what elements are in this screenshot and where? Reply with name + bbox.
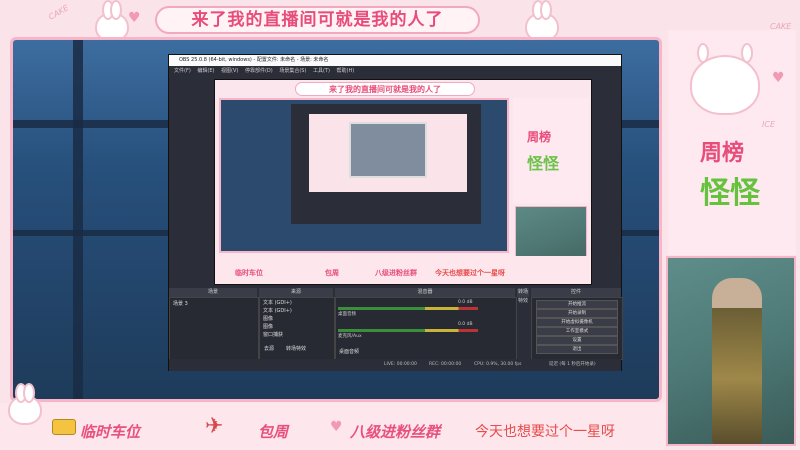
preview-bottom-item: 今天也想要过个一星呀 bbox=[435, 269, 505, 277]
source-item[interactable]: 图像 bbox=[263, 323, 273, 331]
delay-status: 延迟 (每 1 秒后开始录) bbox=[549, 362, 596, 367]
source-button[interactable]: 转场特效 bbox=[286, 345, 306, 353]
preview-title-banner: 来了我的直播间可就是我的人了 bbox=[295, 82, 475, 96]
menu-file[interactable]: 文件(F) bbox=[174, 66, 191, 76]
rec-status: REC: 00:00:00 bbox=[429, 362, 462, 367]
ticket-icon bbox=[52, 419, 76, 435]
week-ranking-label: 周榜 bbox=[700, 141, 745, 166]
scenes-dock: 场景 3 bbox=[169, 297, 259, 360]
menu-view[interactable]: 视图(V) bbox=[221, 66, 238, 76]
source-button[interactable]: 去源 bbox=[264, 345, 274, 353]
mixer-channel-name: 麦克风/Aux bbox=[338, 334, 362, 339]
obs-titlebar: OBS 25.0.8 (64-bit, windows) - 配置文件: 未命名… bbox=[169, 55, 621, 66]
photo-figure bbox=[712, 278, 762, 444]
source-item[interactable]: 窗口捕获 bbox=[263, 331, 283, 339]
obs-menubar: 文件(F) 编辑(E) 视图(V) 停靠部件(D) 场景集合(S) 工具(T) … bbox=[169, 66, 621, 76]
transitions-dock-title: 转场特效 bbox=[517, 288, 529, 304]
obs-statusbar: LIVE: 00:00:00 REC: 00:00:00 CPU: 0.9%, … bbox=[169, 359, 621, 371]
bunny-decoration-bottom-left bbox=[8, 383, 42, 425]
window-frame-decoration bbox=[73, 40, 83, 399]
bunny-decoration-right bbox=[690, 43, 760, 115]
preview-bottom-bar: 临时车位 包周 八级进粉丝群 今天也想要过个一星呀 bbox=[215, 256, 591, 284]
obs-docks: 场景 场景 3 来源 文本 (GDI+) 文本 (GDI+) 图像 图像 窗口捕… bbox=[169, 288, 623, 360]
live-status: LIVE: 00:00:00 bbox=[384, 362, 417, 367]
title-banner: 来了我的直播间可就是我的人了 bbox=[155, 6, 480, 34]
source-item[interactable]: 文本 (GDI+) bbox=[263, 299, 292, 307]
studio-mode-button[interactable]: 工作室模式 bbox=[536, 327, 618, 336]
settings-button[interactable]: 设置 bbox=[536, 336, 618, 345]
mixer-channel: 桌面音频 0.0 dB bbox=[338, 300, 488, 318]
menu-edit[interactable]: 编辑(E) bbox=[197, 66, 214, 76]
scenes-dock-title: 场景 bbox=[169, 288, 257, 297]
ice-text: ICE bbox=[762, 120, 775, 129]
heart-icon: ♥ bbox=[128, 10, 141, 26]
airplane-icon: ✈ bbox=[205, 414, 224, 439]
bottom-bar: 临时车位 ✈ 包周 ♥ 八级进粉丝群 今天也想要过个一星呀 bbox=[0, 383, 665, 450]
menu-scene-collection[interactable]: 场景集合(S) bbox=[279, 66, 306, 76]
preview-side-panel: 周榜 怪怪 bbox=[513, 98, 589, 203]
ranking-name: 怪怪 bbox=[700, 176, 760, 211]
mixer-channel: 麦克风/Aux 0.0 dB bbox=[338, 322, 488, 340]
streamer-photo bbox=[666, 256, 796, 446]
bottom-item-temp-parking: 临时车位 bbox=[80, 423, 141, 441]
menu-help[interactable]: 帮助(H) bbox=[337, 66, 355, 76]
volume-meter bbox=[338, 329, 478, 332]
start-recording-button[interactable]: 开始录制 bbox=[536, 309, 618, 318]
volume-meter bbox=[338, 307, 478, 310]
start-streaming-button[interactable]: 开始推流 bbox=[536, 300, 618, 309]
controls-dock: 开始推流 开始录制 开始虚拟摄像机 工作室模式 设置 退出 bbox=[531, 297, 623, 360]
menu-docks[interactable]: 停靠部件(D) bbox=[245, 66, 273, 76]
preview-nested-obs bbox=[291, 104, 481, 224]
heart-icon: ♥ bbox=[772, 70, 785, 86]
sources-dock: 文本 (GDI+) 文本 (GDI+) 图像 图像 窗口捕获 去源 转场特效 bbox=[259, 297, 335, 360]
sources-dock-title: 来源 bbox=[259, 288, 333, 297]
bottom-item-star-goal: 今天也想要过个一星呀 bbox=[475, 424, 615, 440]
bottom-item-weekly: 包周 bbox=[258, 423, 289, 441]
mixer-channel-level: 0.0 dB bbox=[458, 322, 473, 327]
obs-window: OBS 25.0.8 (64-bit, windows) - 配置文件: 未命名… bbox=[168, 54, 623, 371]
preview-bottom-item: 包周 bbox=[325, 269, 339, 277]
exit-button[interactable]: 退出 bbox=[536, 345, 618, 354]
scene-item[interactable]: 场景 3 bbox=[173, 300, 188, 308]
mixer-dock-title: 混音器 bbox=[335, 288, 515, 297]
mixer-footer: 桌面音频 bbox=[339, 349, 360, 355]
start-virtual-camera-button[interactable]: 开始虚拟摄像机 bbox=[536, 318, 618, 327]
mixer-channel-name: 桌面音频 bbox=[338, 312, 356, 317]
preview-bottom-item: 八级进粉丝群 bbox=[375, 269, 417, 277]
source-item[interactable]: 图像 bbox=[263, 315, 273, 323]
cpu-status: CPU: 0.9%, 30.00 fps bbox=[474, 362, 522, 367]
preview-name: 怪怪 bbox=[527, 154, 560, 173]
obs-preview[interactable]: 来了我的直播间可就是我的人了 周榜 怪怪 临时车位 包周 八级进粉丝群 今天也想… bbox=[214, 79, 592, 285]
menu-tools[interactable]: 工具(T) bbox=[313, 66, 330, 76]
preview-nested-preview bbox=[309, 114, 467, 192]
heart-icon: ♥ bbox=[330, 419, 343, 435]
preview-bottom-item: 临时车位 bbox=[235, 269, 263, 277]
source-item[interactable]: 文本 (GDI+) bbox=[263, 307, 292, 315]
mixer-dock: 桌面音频 0.0 dB 麦克风/Aux 0.0 dB 桌面音频 bbox=[335, 297, 517, 360]
controls-dock-title: 控件 bbox=[531, 288, 621, 297]
preview-nested-core bbox=[349, 122, 427, 178]
mixer-channel-level: 0.0 dB bbox=[458, 300, 473, 305]
bottom-item-fan-group: 八级进粉丝群 bbox=[350, 423, 441, 441]
preview-week-label: 周榜 bbox=[527, 130, 552, 144]
preview-scene bbox=[219, 98, 509, 253]
